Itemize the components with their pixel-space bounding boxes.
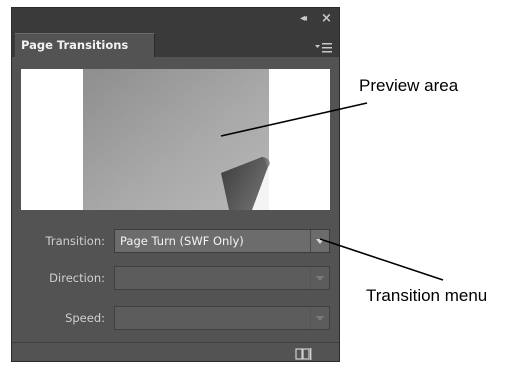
- preview-area-callout: Preview area: [359, 76, 459, 95]
- transition-menu-callout: Transition menu: [366, 286, 488, 305]
- callout-lines: [220, 102, 444, 281]
